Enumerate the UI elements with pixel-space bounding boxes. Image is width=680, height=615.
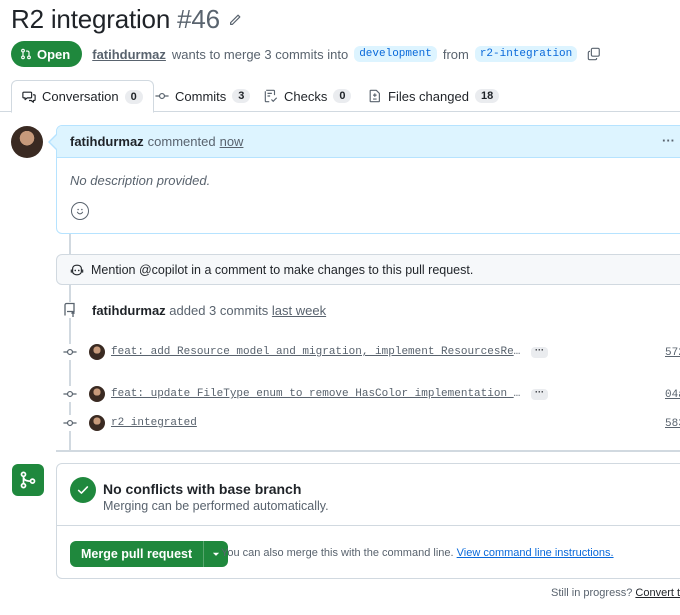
comment-menu-icon[interactable]: ··· [662,133,675,148]
tab-counter: 0 [124,89,143,104]
page-title: R2 integration #46 [11,4,220,35]
head-branch[interactable]: r2-integration [474,46,578,62]
check-icon [70,477,96,503]
pull-request-icon [21,48,31,60]
convert-to-draft-link[interactable]: Convert to [635,587,680,599]
commit-icon [62,386,78,402]
commit-message[interactable]: feat: update FileType enum to remove Has… [111,388,521,400]
comment-action: commented [147,134,216,149]
merge-actions: Merge pull request You can also merge th… [57,526,680,578]
commit-expand-button[interactable]: ··· [531,345,548,358]
copilot-tip: Mention @copilot in a comment to make ch… [56,254,680,285]
merge-box: No conflicts with base branch Merging ca… [56,463,680,579]
avatar[interactable] [89,415,105,431]
push-time[interactable]: last week [272,303,326,318]
copilot-icon [70,264,84,275]
merge-button-group: Merge pull request [70,541,229,567]
tab-counter: 3 [232,89,251,103]
timeline-divider [56,450,680,452]
pr-meta: Open fatihdurmaz wants to merge 3 commit… [11,41,601,67]
from-text: from [442,46,469,62]
pr-title-row: R2 integration #46 [11,4,242,35]
tab-files-changed[interactable]: Files changed 18 [358,80,509,112]
command-line-instructions-link[interactable]: View command line instructions. [457,547,614,559]
pr-description-comment: fatihdurmaz commented now ··· No descrip… [56,125,680,234]
tab-label: Files changed [388,88,469,104]
merge-subtitle: Merging can be performed automatically. [103,499,329,513]
merge-hint-text: You can also merge this with the command… [221,547,454,559]
smiley-icon[interactable] [71,202,89,220]
comment-arrow-inner [50,135,57,149]
push-event: fatihdurmaz added 3 commits last week [62,302,326,318]
commit-row: feat: add Resource model and migration, … [62,344,548,360]
checklist-icon [264,89,278,103]
commit-icon [155,92,169,100]
comment-header: fatihdurmaz commented now ··· [57,126,680,158]
commit-sha[interactable]: 572 [665,347,680,359]
tab-counter: 18 [474,89,500,103]
comment-author[interactable]: fatihdurmaz [70,134,144,149]
copilot-tip-text: Mention @copilot in a comment to make ch… [91,262,474,277]
base-branch[interactable]: development [354,46,437,62]
merge-status: No conflicts with base branch Merging ca… [57,464,680,526]
status-badge: Open [11,41,83,67]
tab-label: Conversation [42,89,119,104]
commit-sha[interactable]: 04a [665,389,680,401]
pencil-icon[interactable] [228,13,242,27]
merge-hint: You can also merge this with the command… [221,547,614,559]
pr-title: R2 integration [11,4,171,34]
tab-commits[interactable]: Commits 3 [145,80,260,112]
pr-number: #46 [177,4,220,34]
commit-row: r2 integrated [62,415,197,431]
commit-icon [62,415,78,431]
status-label: Open [37,46,71,62]
avatar[interactable] [89,344,105,360]
push-text: added 3 commits [169,302,269,318]
draft-note-text: Still in progress? [551,587,633,599]
avatar[interactable] [89,386,105,402]
author-link[interactable]: fatihdurmaz [92,47,166,62]
commit-icon [62,344,78,360]
merge-title: No conflicts with base branch [103,481,302,497]
tab-conversation[interactable]: Conversation 0 [11,80,154,113]
commit-expand-button[interactable]: ··· [531,387,548,400]
tab-label: Checks [284,88,328,104]
tab-counter: 0 [333,89,352,103]
commit-message[interactable]: feat: add Resource model and migration, … [111,346,521,358]
repo-push-icon [62,302,78,318]
commit-sha[interactable]: 583 [665,418,680,430]
comment-time[interactable]: now [220,134,244,149]
tab-checks[interactable]: Checks 0 [254,80,361,112]
commit-message[interactable]: r2 integrated [111,417,197,429]
merge-pull-request-button[interactable]: Merge pull request [70,541,205,567]
comment-discussion-icon [22,91,36,103]
commit-row: feat: update FileType enum to remove Has… [62,386,548,402]
push-author[interactable]: fatihdurmaz [92,303,166,318]
comment-body: No description provided. [70,173,211,188]
draft-note: Still in progress? Convert to [551,587,680,599]
file-diff-icon [369,89,380,103]
merge-text: wants to merge 3 commits into [171,46,349,62]
pr-tabs: Conversation 0 Commits 3 Checks 0 Files … [0,80,680,113]
avatar[interactable] [11,126,43,158]
tab-label: Commits [175,88,227,104]
git-merge-icon [12,464,44,496]
copy-icon[interactable] [587,47,601,61]
